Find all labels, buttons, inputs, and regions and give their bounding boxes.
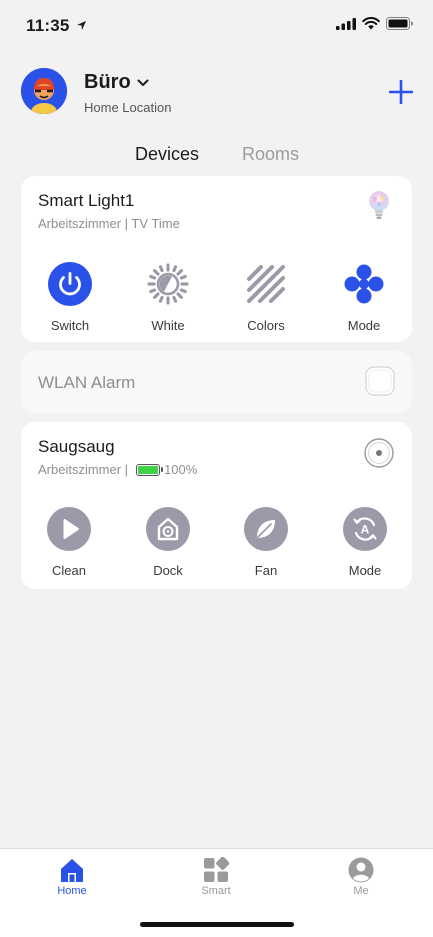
battery-status-icon <box>386 17 413 30</box>
location-arrow-icon <box>77 20 87 31</box>
action-label: Clean <box>52 563 86 578</box>
action-switch[interactable]: Switch <box>30 262 110 333</box>
light-bulb-icon <box>368 190 390 227</box>
action-label: Mode <box>348 563 382 578</box>
home-selector[interactable]: Büro <box>84 71 149 94</box>
smart-grid-icon <box>204 857 229 882</box>
device-name: Saugsaug <box>38 437 115 456</box>
device-name: Smart Light1 <box>38 191 135 210</box>
tab-rooms[interactable]: Rooms <box>242 144 299 165</box>
action-label: Dock <box>153 563 183 578</box>
device-card-smart-light[interactable]: Smart Light1 Arbeitszimmer | TV Time Swi… <box>21 176 412 342</box>
power-icon <box>48 262 92 306</box>
avatar[interactable] <box>21 68 67 114</box>
device-card-wlan-alarm[interactable]: WLAN Alarm <box>21 351 412 413</box>
stripes-icon <box>247 265 285 303</box>
status-indicators <box>336 17 413 30</box>
nav-home[interactable]: Home <box>42 857 102 897</box>
action-label: Fan <box>254 563 278 578</box>
home-name: Büro <box>84 71 131 93</box>
alarm-device-icon <box>365 366 395 401</box>
signal-icon <box>336 17 356 30</box>
robot-vacuum-icon <box>364 438 394 473</box>
device-card-saugsaug[interactable]: Saugsaug Arbeitszimmer | 100% Clean Dock <box>21 422 412 589</box>
device-subtitle: Arbeitszimmer | TV Time <box>38 216 180 231</box>
action-fan[interactable]: Fan <box>226 507 306 578</box>
nav-label: Smart <box>201 885 231 897</box>
plus-icon <box>388 79 414 105</box>
brightness-icon <box>147 263 189 305</box>
battery-level: 100% <box>164 462 198 477</box>
action-clean[interactable]: Clean <box>29 507 109 578</box>
chevron-down-icon <box>137 79 149 86</box>
view-tabs: Devices Rooms <box>0 144 433 168</box>
profile-icon <box>348 857 374 883</box>
dock-icon <box>146 507 190 551</box>
home-indicator <box>140 922 294 927</box>
action-label: Switch <box>50 318 90 333</box>
action-label: Colors <box>247 318 285 333</box>
avatar-illustration <box>21 68 67 114</box>
status-bar: 11:35 <box>0 0 433 50</box>
home-subtitle: Home Location <box>84 100 172 115</box>
nav-me[interactable]: Me <box>331 857 391 897</box>
action-label: White <box>151 318 185 333</box>
nav-label: Home <box>57 885 87 897</box>
svg-text:A: A <box>361 523 370 537</box>
battery-icon <box>136 463 164 476</box>
action-white[interactable]: White <box>128 262 208 333</box>
status-time: 11:35 <box>26 16 87 36</box>
action-label: Mode <box>347 318 381 333</box>
tab-devices[interactable]: Devices <box>135 144 199 165</box>
leaf-icon <box>244 507 288 551</box>
device-room: Arbeitszimmer | <box>38 462 129 477</box>
nav-label: Me <box>353 885 369 897</box>
play-icon <box>47 507 91 551</box>
action-dock[interactable]: Dock <box>128 507 208 578</box>
device-name: WLAN Alarm <box>38 373 136 392</box>
home-header: Büro Home Location <box>21 68 414 118</box>
action-mode[interactable]: A Mode <box>325 507 405 578</box>
action-mode[interactable]: Mode <box>324 262 404 333</box>
device-subtitle: Arbeitszimmer | 100% <box>38 462 197 477</box>
add-device-button[interactable] <box>388 79 414 105</box>
action-colors[interactable]: Colors <box>226 262 306 333</box>
wifi-icon <box>362 17 380 30</box>
mode-dots-icon <box>344 264 384 304</box>
home-icon <box>61 859 83 882</box>
nav-smart[interactable]: Smart <box>186 857 246 897</box>
auto-mode-icon: A <box>343 507 387 551</box>
